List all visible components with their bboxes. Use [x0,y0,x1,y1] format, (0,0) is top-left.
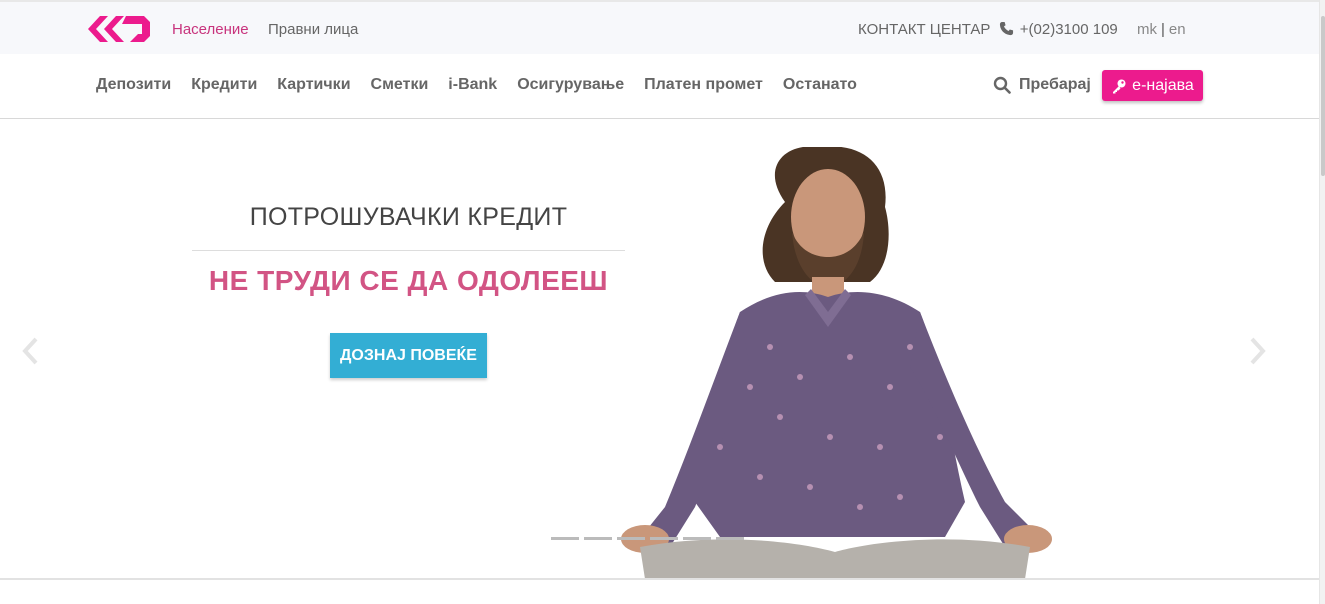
chevron-left-icon[interactable] [20,336,40,366]
phone-icon [999,21,1013,36]
carousel-indicator[interactable] [551,537,579,540]
chevron-right-icon[interactable] [1248,336,1268,366]
hero-subtitle: ПОТРОШУВАЧКИ КРЕДИТ [249,203,568,231]
carousel-indicator[interactable] [683,537,711,540]
nav-item-cards[interactable]: Картички [277,76,350,94]
contact-label: КОНТАКТ ЦЕНТАР [858,21,991,38]
page-scrollbar[interactable] [1319,0,1325,604]
learn-more-button[interactable]: ДОЗНАЈ ПОВЕЌЕ [330,333,487,378]
carousel-indicator[interactable] [716,537,744,540]
lang-en-link[interactable]: en [1169,21,1186,38]
segment-legal-link[interactable]: Правни лица [268,21,358,38]
carousel-indicator[interactable] [584,537,612,540]
nav-item-accounts[interactable]: Сметки [371,76,429,94]
section-divider [0,578,1319,580]
nav-item-ibank[interactable]: i-Bank [448,76,497,94]
top-bar: Население Правни лица КОНТАКТ ЦЕНТАР +(0… [0,0,1319,54]
hero-title: НЕ ТРУДИ СЕ ДА ОДОЛЕЕШ [208,265,609,296]
contact-center: КОНТАКТ ЦЕНТАР +(02)3100 109 [858,21,1118,38]
key-icon [1113,79,1126,93]
language-switcher: mk | en [1137,21,1186,38]
nav-item-loans[interactable]: Кредити [191,76,257,94]
nav-item-deposits[interactable]: Депозити [96,76,171,94]
carousel-indicator[interactable] [617,537,645,540]
login-button[interactable]: е-најава [1102,70,1203,101]
hero-divider [192,250,625,251]
lang-separator: | [1161,21,1165,38]
hero-carousel: ПОТРОШУВАЧКИ КРЕДИТ НЕ ТРУДИ СЕ ДА ОДОЛЕ… [0,119,1319,579]
main-nav: Депозити Кредити Картички Сметки i-Bank … [0,54,1319,119]
scrollbar-thumb[interactable] [1321,16,1325,176]
nav-item-payments[interactable]: Платен промет [644,76,763,94]
nav-menu: Депозити Кредити Картички Сметки i-Bank … [96,76,877,94]
contact-phone[interactable]: +(02)3100 109 [1020,21,1118,38]
lang-mk-link[interactable]: mk [1137,21,1157,38]
nav-item-other[interactable]: Останато [783,76,857,94]
search-icon [993,76,1011,94]
search-button[interactable]: Пребарај [993,76,1091,94]
search-label: Пребарај [1019,76,1091,93]
hero-person-image [621,147,1052,579]
logo-icon[interactable] [86,12,152,46]
carousel-indicators [551,537,744,540]
carousel-indicator[interactable] [650,537,678,540]
segment-personal-link[interactable]: Население [172,21,249,38]
nav-item-insurance[interactable]: Осигурување [517,76,624,94]
login-label: е-најава [1132,76,1194,94]
